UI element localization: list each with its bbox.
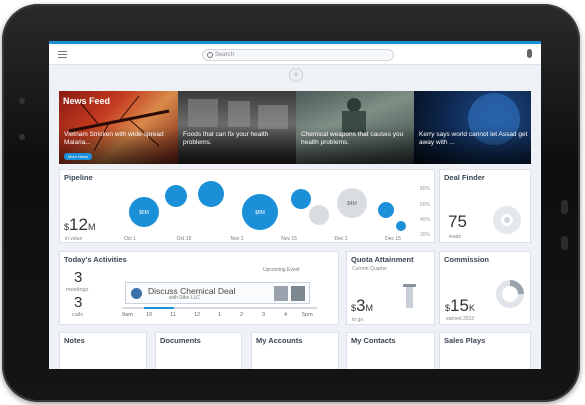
- documents-card[interactable]: Documents: [155, 332, 242, 369]
- search-placeholder: Search: [215, 52, 235, 58]
- time-tick: 12: [194, 312, 201, 318]
- avatar: [274, 286, 288, 301]
- hamburger-menu-icon[interactable]: [58, 51, 67, 58]
- pipeline-bubble-label: $6M: [139, 210, 149, 216]
- documents-title: Documents: [160, 336, 201, 345]
- pipeline-x-tick: Nov 15: [281, 236, 297, 242]
- upcoming-event-label: Upcoming Event: [263, 267, 300, 273]
- app-screen: Search + News Feed Vietnam Stricken with…: [49, 41, 541, 369]
- pipeline-bubble[interactable]: [198, 181, 224, 207]
- news-item-3[interactable]: Chemical weapons that causes you health …: [296, 91, 414, 164]
- commission-foot-label: earned 2013: [446, 316, 475, 322]
- contacts-card[interactable]: My Contacts: [346, 332, 435, 369]
- calls-count: 3: [74, 294, 83, 311]
- sales-plays-card[interactable]: Sales Plays: [439, 332, 531, 369]
- add-widget-icon[interactable]: +: [289, 68, 303, 82]
- time-tick: 4: [284, 312, 288, 318]
- time-tick: 9am: [122, 312, 133, 318]
- time-tick: 10: [146, 312, 153, 318]
- time-tick: 11: [170, 312, 176, 318]
- news-item-2[interactable]: Foods that can fix your health problems.: [178, 91, 296, 164]
- time-segment: [144, 307, 174, 309]
- front-camera-icon: [19, 98, 25, 104]
- sales-plays-title: Sales Plays: [444, 336, 486, 345]
- add-row: +: [49, 65, 541, 85]
- contacts-title: My Contacts: [351, 336, 396, 345]
- pipeline-card[interactable]: Pipeline $12M in value $6M $8M $4M Oct 1 Oct…: [59, 169, 435, 243]
- pipeline-bubble[interactable]: [396, 221, 406, 231]
- search-input[interactable]: Search: [202, 49, 394, 61]
- news-feed: News Feed Vietnam Stricken with wide-spr…: [59, 91, 531, 164]
- accounts-title: My Accounts: [256, 336, 303, 345]
- time-tick: 1: [218, 312, 222, 318]
- quota-card[interactable]: Quota Attainment Current Quarter $3M to …: [346, 251, 435, 325]
- quota-amount: $3M: [351, 296, 373, 315]
- tablet-frame: Search + News Feed Vietnam Stricken with…: [2, 4, 580, 402]
- accounts-card[interactable]: My Accounts: [251, 332, 339, 369]
- meetings-count: 3: [74, 269, 83, 286]
- pipeline-bubble-label: $4M: [347, 201, 357, 207]
- pipeline-x-tick: Oct 1: [124, 236, 136, 242]
- quota-progress-icon: [403, 284, 416, 308]
- deal-finder-count: 75: [448, 212, 467, 231]
- quota-title: Quota Attainment: [351, 255, 414, 264]
- calls-label: calls: [72, 312, 84, 318]
- news-item-1[interactable]: News Feed Vietnam Stricken with wide-spr…: [59, 91, 178, 164]
- commission-title: Commission: [444, 255, 490, 264]
- pipeline-x-tick: Nov 1: [230, 236, 243, 242]
- sensor-icon: [19, 134, 25, 140]
- news-caption: Kerry says world cannot let Assad get aw…: [419, 131, 528, 146]
- pipeline-bubble[interactable]: [378, 202, 394, 218]
- avatar: [291, 286, 305, 301]
- search-icon: [207, 52, 213, 58]
- pipeline-y-tick: 20%: [420, 232, 431, 238]
- gear-icon: [493, 206, 521, 234]
- pipeline-y-tick: 40%: [420, 217, 431, 223]
- notes-card[interactable]: Notes: [59, 332, 147, 369]
- more-news-button[interactable]: More News: [64, 153, 92, 160]
- news-caption: Foods that can fix your health problems.: [183, 131, 269, 146]
- deal-finder-sub-label: leads: [449, 234, 461, 240]
- quota-sub-label: Current Quarter: [352, 266, 388, 272]
- deal-finder-card[interactable]: Deal Finder 75 leads: [439, 169, 531, 243]
- pipeline-bubble[interactable]: [291, 189, 311, 209]
- meetings-label: meetings: [66, 287, 89, 293]
- volume-up-button[interactable]: [561, 200, 568, 214]
- commission-card[interactable]: Commission $15K earned 2013: [439, 251, 531, 325]
- top-bar: Search: [49, 41, 541, 65]
- microphone-icon[interactable]: [527, 49, 532, 58]
- volume-down-button[interactable]: [561, 236, 568, 250]
- news-item-4[interactable]: Kerry says world cannot let Assad get aw…: [414, 91, 531, 164]
- quota-foot-label: to go: [352, 317, 364, 323]
- time-tick: 3: [262, 312, 266, 318]
- activities-card[interactable]: Today's Activities 3 meetings 3 calls Up…: [59, 251, 339, 325]
- notes-title: Notes: [64, 336, 85, 345]
- activities-title: Today's Activities: [64, 255, 127, 264]
- event-subtitle: with Rike LLC: [169, 295, 200, 301]
- commission-donut-icon: [496, 280, 524, 308]
- news-caption: Vietnam Stricken with wide-spread Malari…: [64, 131, 164, 146]
- pipeline-x-tick: Dec 15: [385, 236, 401, 242]
- pipeline-x-tick: Dec 1: [334, 236, 347, 242]
- time-tick: 5pm: [302, 312, 313, 318]
- time-tick: 2: [240, 312, 244, 318]
- pipeline-x-tick: Oct 15: [177, 236, 192, 242]
- deal-finder-title: Deal Finder: [444, 173, 485, 182]
- people-icon: [131, 288, 142, 299]
- pipeline-bubble-label: $8M: [255, 210, 265, 216]
- commission-amount: $15K: [445, 296, 475, 315]
- time-axis: 9am 10 11 12 1 2 3 4 5pm: [122, 307, 317, 321]
- pipeline-bubble[interactable]: [165, 185, 187, 207]
- pipeline-y-tick: 60%: [420, 202, 431, 208]
- pipeline-bubble[interactable]: [309, 205, 329, 225]
- pipeline-bubble-chart: $6M $8M $4M Oct 1 Oct 15 Nov 1 Nov 15 Dec 1 Dec …: [124, 181, 431, 242]
- pipeline-y-tick: 80%: [420, 186, 431, 192]
- news-caption: Chemical weapons that causes you health …: [301, 131, 404, 146]
- news-feed-title: News Feed: [63, 96, 111, 106]
- upcoming-event[interactable]: Discuss Chemical Deal with Rike LLC: [125, 282, 310, 304]
